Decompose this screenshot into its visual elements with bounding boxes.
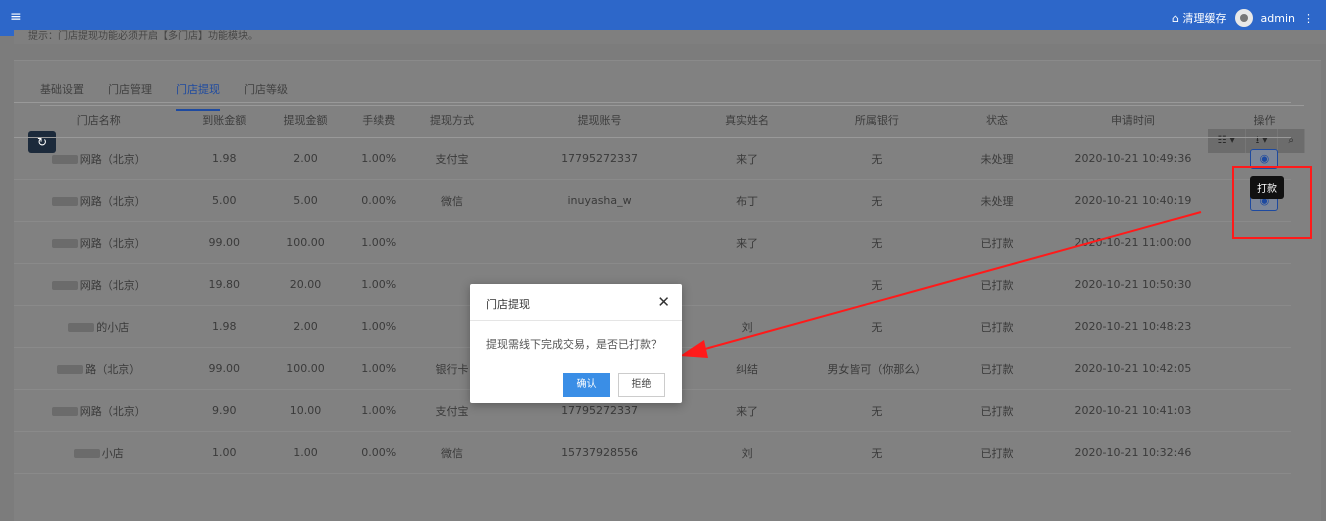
modal-divider	[470, 320, 682, 321]
close-icon[interactable]: ✕	[657, 293, 670, 311]
annotation-arrow	[680, 211, 1202, 358]
modal-message: 提现需线下完成交易，是否已打款？	[486, 338, 662, 351]
modal-title: 门店提现	[486, 298, 530, 311]
reject-button[interactable]: 拒绝	[618, 373, 665, 397]
arrow-head	[680, 340, 708, 358]
arrow-line	[693, 211, 1202, 353]
confirm-button[interactable]: 确认	[563, 373, 610, 397]
withdrawal-modal: 门店提现 ✕ 提现需线下完成交易，是否已打款？ 确认 拒绝	[470, 284, 682, 403]
